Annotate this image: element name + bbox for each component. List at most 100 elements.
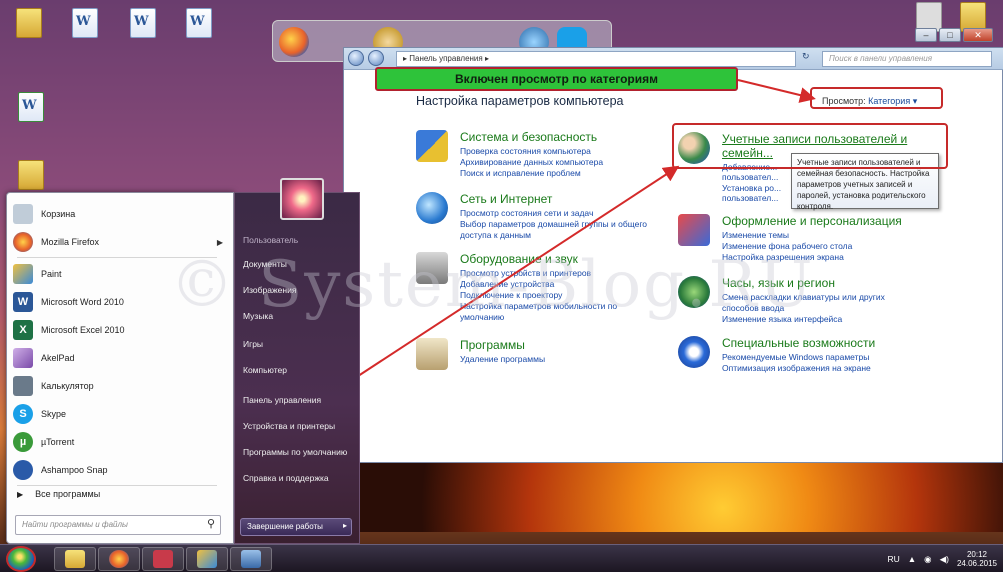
- category-link[interactable]: Просмотр устройств и принтеров: [460, 268, 591, 278]
- category-link[interactable]: Изменение языка интерфейса: [722, 314, 842, 324]
- volume-icon[interactable]: ◀): [940, 554, 949, 565]
- program-item[interactable]: µ µTorrent: [13, 429, 227, 455]
- category-link[interactable]: Поиск и исправление проблем: [460, 168, 581, 178]
- category-title[interactable]: Оформление и персонализация: [722, 214, 902, 228]
- right-item-music[interactable]: Музыка: [243, 311, 355, 321]
- address-bar[interactable]: ▸ Панель управления ▸: [396, 51, 796, 67]
- word-doc-icon: [130, 8, 156, 38]
- right-item-games[interactable]: Игры: [243, 339, 355, 349]
- category-link[interactable]: Оптимизация изображения на экране: [722, 363, 871, 373]
- refresh-icon[interactable]: ↻: [802, 51, 810, 62]
- user-name[interactable]: Пользователь: [243, 235, 355, 245]
- search-input[interactable]: Поиск в панели управления: [822, 51, 992, 67]
- desktop-icon-doc-1[interactable]: [62, 8, 108, 41]
- avatar[interactable]: [280, 178, 324, 220]
- category-title[interactable]: Специальные возможности: [722, 336, 875, 350]
- tray-expand-icon[interactable]: ▲: [908, 554, 916, 564]
- category-link[interactable]: Смена раскладки клавиатуры или других: [722, 292, 885, 302]
- chevron-right-icon[interactable]: ▸: [343, 521, 347, 530]
- desktop-icon-doc-2[interactable]: [120, 8, 166, 41]
- firefox-icon[interactable]: [279, 27, 309, 57]
- right-item-control-panel[interactable]: Панель управления: [243, 395, 355, 405]
- program-item[interactable]: S Skype: [13, 401, 227, 427]
- forward-icon[interactable]: [368, 50, 384, 66]
- right-item-documents[interactable]: Документы: [243, 259, 355, 269]
- shutdown-button[interactable]: Завершение работы ▸: [240, 518, 352, 536]
- taskbar-firefox[interactable]: [98, 547, 140, 571]
- desktop-icon-folder-2[interactable]: [8, 160, 54, 193]
- program-item[interactable]: AkelPad: [13, 345, 227, 371]
- category-link[interactable]: Изменение темы: [722, 230, 789, 240]
- minimize-button[interactable]: –: [915, 28, 937, 42]
- category-link[interactable]: Подключение к проектору: [460, 290, 562, 300]
- program-item[interactable]: Корзина: [13, 201, 227, 227]
- taskbar-explorer[interactable]: [54, 547, 96, 571]
- category-link[interactable]: Удаление программы: [460, 354, 545, 364]
- start-menu: Корзина Mozilla Firefox ▶ Paint W Microsof…: [6, 192, 360, 544]
- utorrent-icon: µ: [13, 432, 33, 452]
- category-link[interactable]: пользовател...: [722, 193, 778, 203]
- category-link[interactable]: Проверка состояния компьютера: [460, 146, 591, 156]
- highlight-user-accounts: [672, 123, 948, 169]
- program-label: Microsoft Word 2010: [41, 297, 124, 307]
- printer-icon: [416, 252, 448, 284]
- start-button[interactable]: [6, 546, 36, 572]
- desktop-icon-doc-3[interactable]: [176, 8, 222, 41]
- program-item[interactable]: X Microsoft Excel 2010: [13, 317, 227, 343]
- program-item[interactable]: Paint: [13, 261, 227, 287]
- word-doc-icon: [186, 8, 212, 38]
- excel-doc-icon: [18, 92, 44, 122]
- category-title[interactable]: Часы, язык и регион: [722, 276, 835, 290]
- language-indicator[interactable]: RU: [887, 554, 899, 564]
- category-link[interactable]: Добавление устройства: [460, 279, 554, 289]
- close-button[interactable]: ✕: [963, 28, 993, 42]
- all-programs-button[interactable]: ▶ Все программы: [17, 489, 100, 499]
- right-item-help[interactable]: Справка и поддержка: [243, 473, 355, 483]
- excel-icon: X: [13, 320, 33, 340]
- network-globe-icon: [416, 192, 448, 224]
- category-link[interactable]: Архивирование данных компьютера: [460, 157, 603, 167]
- category-link[interactable]: способов ввода: [722, 303, 784, 313]
- category-link[interactable]: Рекомендуемые Windows параметры: [722, 352, 869, 362]
- category-link[interactable]: Изменение фона рабочего стола: [722, 241, 852, 251]
- clock[interactable]: 20:12 24.06.2015: [957, 550, 997, 568]
- category-link[interactable]: умолчанию: [460, 312, 504, 322]
- programs-icon: [416, 338, 448, 370]
- program-item[interactable]: Ashampoo Snap: [13, 457, 227, 483]
- taskbar-control-panel[interactable]: [230, 547, 272, 571]
- start-search-input[interactable]: Найти программы и файлы: [15, 515, 221, 535]
- program-label: Калькулятор: [41, 381, 94, 391]
- right-item-default-programs[interactable]: Программы по умолчанию: [243, 447, 355, 457]
- category-link[interactable]: Выбор параметров домашней группы и общег…: [460, 219, 647, 229]
- clock-globe-icon: [678, 276, 710, 308]
- desktop-icon-excel[interactable]: [8, 92, 54, 125]
- program-item[interactable]: Mozilla Firefox ▶: [13, 229, 227, 255]
- program-item[interactable]: Калькулятор: [13, 373, 227, 399]
- category-link[interactable]: Настройка разрешения экрана: [722, 252, 844, 262]
- category-link[interactable]: Установка ро...: [722, 183, 781, 193]
- window-controls: – □ ✕: [915, 28, 993, 42]
- category-title[interactable]: Программы: [460, 338, 525, 352]
- taskbar-app[interactable]: [142, 547, 184, 571]
- firefox-icon: [109, 550, 129, 568]
- desktop-icon-folder[interactable]: [6, 8, 52, 41]
- program-item[interactable]: W Microsoft Word 2010: [13, 289, 227, 315]
- category-link[interactable]: пользовател...: [722, 172, 778, 182]
- back-icon[interactable]: [348, 50, 364, 66]
- taskbar-paint[interactable]: [186, 547, 228, 571]
- category-title[interactable]: Оборудование и звук: [460, 252, 578, 266]
- category-title[interactable]: Сеть и Интернет: [460, 192, 552, 206]
- category-link[interactable]: Настройка параметров мобильности по: [460, 301, 617, 311]
- right-item-computer[interactable]: Компьютер: [243, 365, 355, 375]
- right-item-devices-printers[interactable]: Устройства и принтеры: [243, 421, 355, 431]
- program-label: Mozilla Firefox: [41, 237, 100, 247]
- divider: [17, 485, 217, 486]
- search-icon[interactable]: ⚲: [207, 517, 229, 530]
- category-link[interactable]: доступа к данным: [460, 230, 531, 240]
- taskbar: RU ▲ ◉ ◀) 20:12 24.06.2015: [0, 544, 1003, 572]
- maximize-button[interactable]: □: [939, 28, 961, 42]
- category-title[interactable]: Система и безопасность: [460, 130, 597, 144]
- category-link[interactable]: Просмотр состояния сети и задач: [460, 208, 593, 218]
- network-icon[interactable]: ◉: [924, 554, 931, 565]
- right-item-pictures[interactable]: Изображения: [243, 285, 355, 295]
